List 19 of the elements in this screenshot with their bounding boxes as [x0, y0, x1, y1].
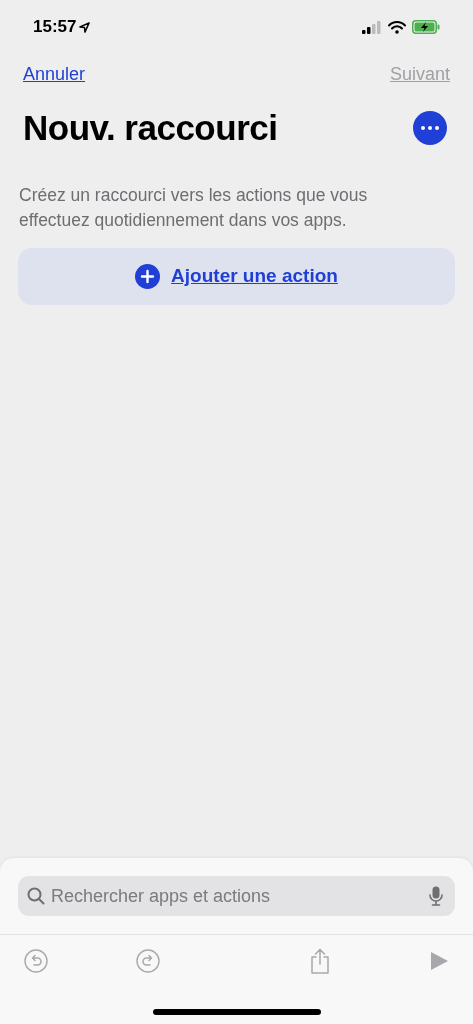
search-field[interactable]: Rechercher apps et actions — [18, 876, 455, 916]
page-title: Nouv. raccourci — [23, 107, 278, 149]
description-text: Créez un raccourci vers les actions que vous effectuez quotidiennement dans vos apps. — [18, 183, 369, 232]
redo-icon — [136, 949, 160, 973]
undo-icon — [24, 949, 48, 973]
plus-circle-icon — [135, 263, 161, 289]
add-action-button[interactable]: Ajouter une action — [18, 247, 455, 305]
cancel-link[interactable]: Annuler — [23, 61, 86, 88]
ellipsis-icon — [421, 126, 439, 131]
signal-icon — [362, 20, 382, 34]
location-arrow-icon — [79, 21, 91, 33]
search-icon — [27, 887, 45, 905]
share-icon — [309, 948, 331, 974]
battery-charging-icon — [412, 20, 440, 34]
status-time: 15:57 — [33, 16, 77, 39]
play-icon — [430, 951, 449, 971]
microphone-icon — [429, 886, 443, 906]
more-button[interactable] — [413, 111, 447, 146]
wifi-icon — [388, 20, 406, 34]
